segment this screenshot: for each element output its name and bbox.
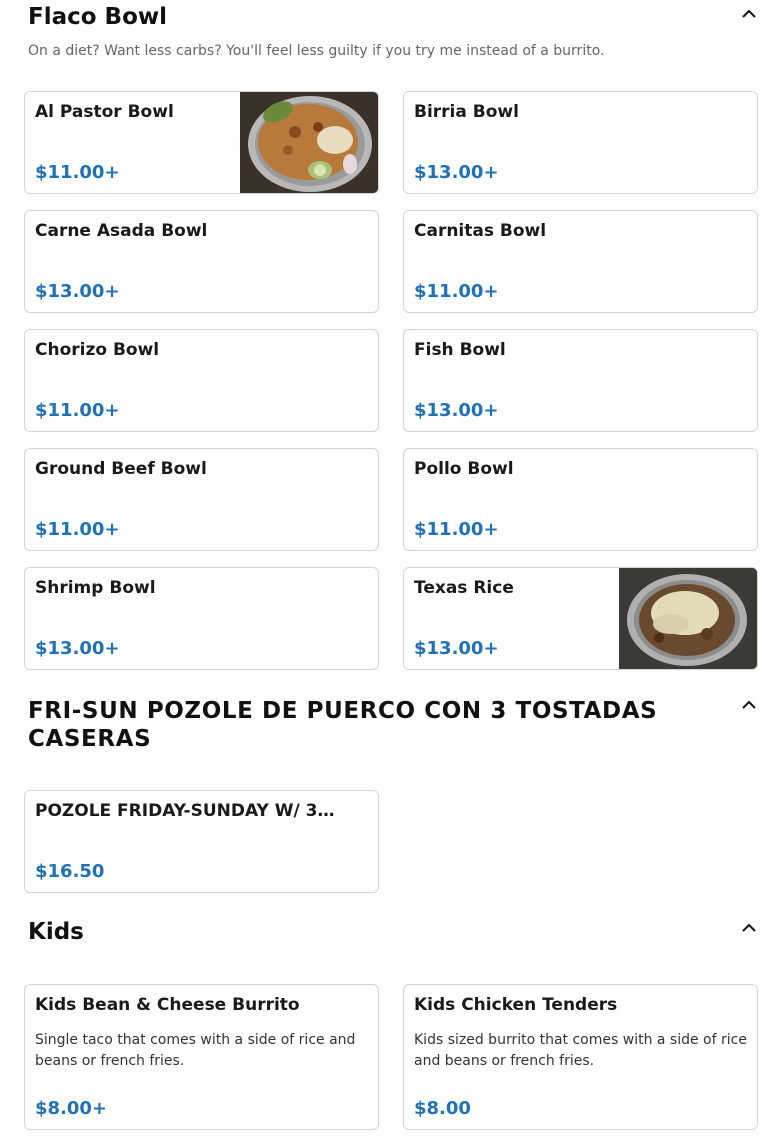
item-price: $11.00+ bbox=[35, 162, 120, 183]
section-title-kids: Kids bbox=[28, 919, 84, 945]
menu-item-card[interactable]: Pollo Bowl $11.00+ bbox=[403, 448, 758, 551]
item-name: Fish Bowl bbox=[414, 340, 506, 360]
al-pastor-bowl-photo bbox=[240, 92, 378, 193]
section-description: On a diet? Want less carbs? You'll feel … bbox=[28, 43, 605, 59]
menu-item-card[interactable]: Ground Beef Bowl $11.00+ bbox=[24, 448, 379, 551]
menu-item-card[interactable]: Kids Chicken Tenders Kids sized burrito … bbox=[403, 984, 758, 1130]
menu-item-card[interactable]: POZOLE FRIDAY-SUNDAY W/ 3… $16.50 bbox=[24, 790, 379, 893]
item-name: Shrimp Bowl bbox=[35, 578, 156, 598]
menu-item-card[interactable]: Carne Asada Bowl $13.00+ bbox=[24, 210, 379, 313]
menu-item-card[interactable]: Chorizo Bowl $11.00+ bbox=[24, 329, 379, 432]
item-price: $13.00+ bbox=[35, 281, 120, 302]
item-name: Kids Chicken Tenders bbox=[414, 995, 618, 1015]
item-name: Chorizo Bowl bbox=[35, 340, 160, 360]
chevron-up-icon bbox=[742, 700, 756, 709]
item-price: $11.00+ bbox=[35, 519, 120, 540]
item-price: $8.00+ bbox=[35, 1098, 108, 1119]
item-name: Birria Bowl bbox=[414, 102, 519, 122]
item-price: $13.00+ bbox=[414, 162, 499, 183]
menu-item-card[interactable]: Fish Bowl $13.00+ bbox=[403, 329, 758, 432]
menu-page: Flaco Bowl On a diet? Want less carbs? Y… bbox=[0, 0, 782, 1136]
item-price: $11.00+ bbox=[414, 519, 499, 540]
menu-item-card[interactable]: Shrimp Bowl $13.00+ bbox=[24, 567, 379, 670]
item-name: POZOLE FRIDAY-SUNDAY W/ 3… bbox=[35, 801, 335, 821]
item-name: Carnitas Bowl bbox=[414, 221, 547, 241]
chevron-up-icon bbox=[742, 9, 756, 18]
item-name: Al Pastor Bowl bbox=[35, 102, 174, 122]
section-title-pozole: FRI-SUN POZOLE DE PUERCO CON 3 TOSTADAS … bbox=[28, 698, 658, 752]
chevron-up-icon bbox=[742, 923, 756, 932]
collapse-section-button[interactable] bbox=[740, 4, 758, 22]
item-name: Texas Rice bbox=[414, 578, 514, 598]
item-price: $11.00+ bbox=[35, 400, 120, 421]
item-name: Kids Bean & Cheese Burrito bbox=[35, 995, 300, 1015]
menu-item-card[interactable]: Al Pastor Bowl $11.00+ bbox=[24, 91, 379, 194]
texas-rice-photo bbox=[619, 568, 757, 669]
item-price: $16.50 bbox=[35, 861, 105, 882]
item-description: Kids sized burrito that comes with a sid… bbox=[414, 1032, 747, 1069]
collapse-section-button[interactable] bbox=[740, 918, 758, 936]
item-price: $13.00+ bbox=[414, 400, 499, 421]
item-description: Single taco that comes with a side of ri… bbox=[35, 1032, 356, 1069]
collapse-section-button[interactable] bbox=[740, 695, 758, 713]
item-name: Pollo Bowl bbox=[414, 459, 514, 479]
item-price: $13.00+ bbox=[35, 638, 120, 659]
menu-item-card[interactable]: Carnitas Bowl $11.00+ bbox=[403, 210, 758, 313]
item-name: Ground Beef Bowl bbox=[35, 459, 207, 479]
item-price: $11.00+ bbox=[414, 281, 499, 302]
menu-item-card[interactable]: Texas Rice $13.00+ bbox=[403, 567, 758, 670]
item-price: $13.00+ bbox=[414, 638, 499, 659]
menu-item-card[interactable]: Kids Bean & Cheese Burrito Single taco t… bbox=[24, 984, 379, 1130]
item-price: $8.00 bbox=[414, 1098, 471, 1119]
section-title-flaco-bowl: Flaco Bowl bbox=[28, 4, 168, 30]
menu-item-card[interactable]: Birria Bowl $13.00+ bbox=[403, 91, 758, 194]
item-name: Carne Asada Bowl bbox=[35, 221, 208, 241]
